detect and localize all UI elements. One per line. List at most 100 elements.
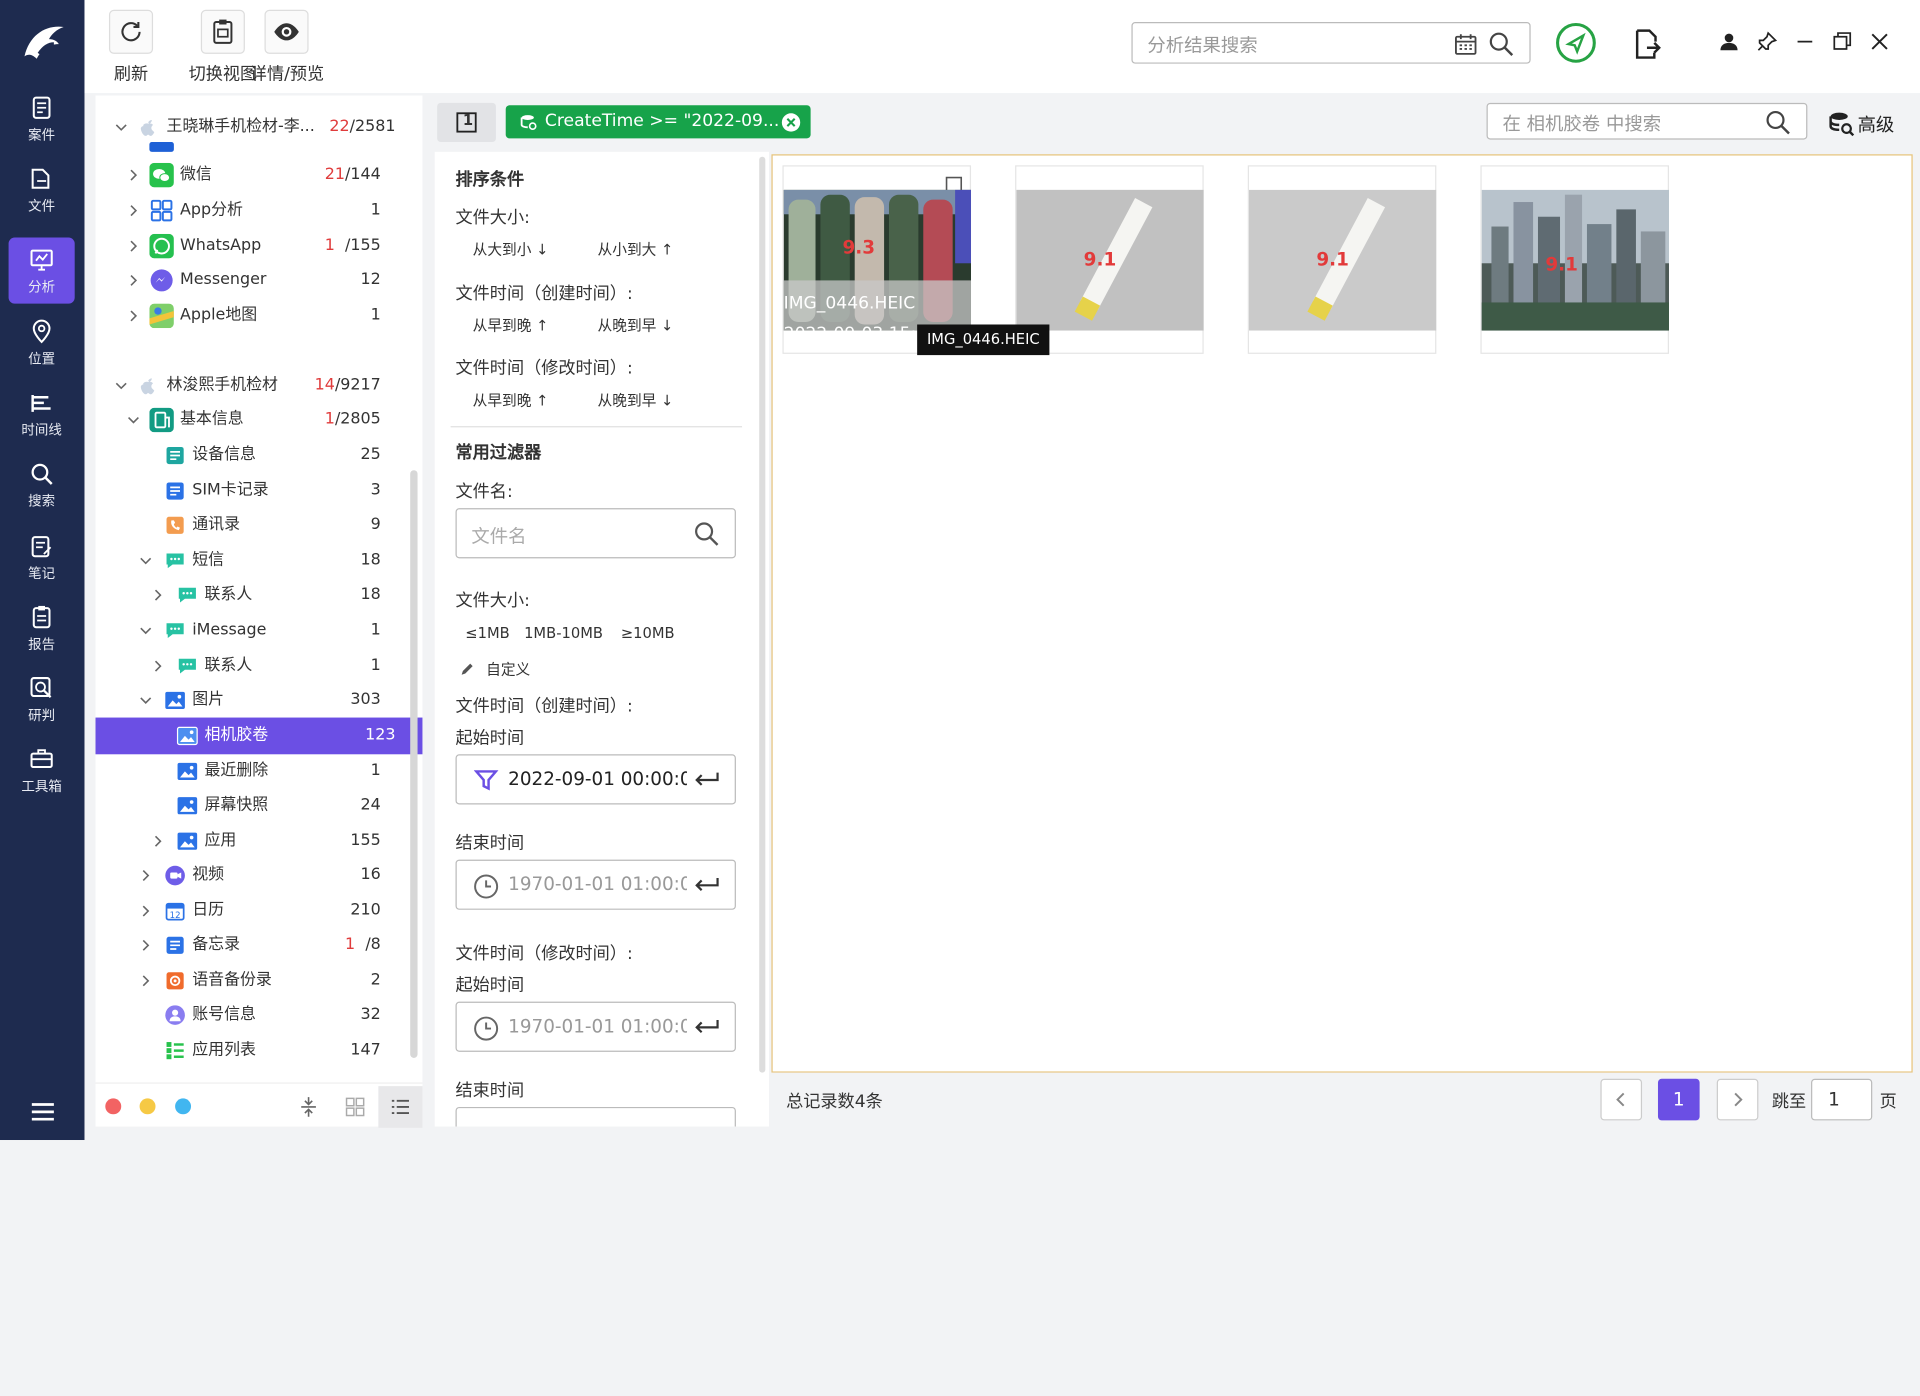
chevron-down-icon[interactable] (140, 694, 152, 706)
filter-chip[interactable]: CreateTime >= "2022-09... (505, 105, 811, 139)
search-icon[interactable] (1488, 31, 1515, 58)
nav-file[interactable]: 文件 (9, 157, 75, 223)
tree-row[interactable]: App分析 1 (96, 193, 423, 227)
custom-size-button[interactable]: 自定义 (459, 659, 530, 680)
next-page-button[interactable] (1716, 1078, 1759, 1121)
navigate-icon[interactable] (1555, 22, 1597, 64)
restore-icon[interactable] (1829, 29, 1853, 53)
enter-icon[interactable] (693, 770, 720, 790)
yellow-tag-dot[interactable] (139, 1098, 156, 1115)
size-option-large[interactable]: ≥10MB (621, 624, 675, 641)
tree-row[interactable]: 备忘录 1 /8 (96, 928, 423, 962)
sort-size-desc-button[interactable]: 从大到小 ↓ (473, 239, 549, 260)
chevron-right-icon[interactable] (127, 169, 139, 181)
nav-timeline[interactable]: 时间线 (9, 381, 75, 447)
tree-row[interactable]: 语音备份录 2 (96, 964, 423, 998)
search-icon[interactable] (693, 520, 720, 547)
chevron-right-icon[interactable] (152, 589, 164, 601)
list-view-button[interactable] (378, 1086, 423, 1128)
chevron-right-icon[interactable] (140, 869, 152, 881)
tree-row-selected[interactable]: 相机胶卷 123 (95, 717, 423, 755)
tree-row[interactable]: 林浚熙手机检材 14/9217 (96, 369, 423, 403)
nav-case[interactable]: 案件 (9, 86, 75, 152)
prev-page-button[interactable] (1600, 1078, 1643, 1121)
nav-analysis[interactable]: 分析 (8, 237, 75, 304)
tree-row[interactable]: WhatsApp 1 /155 (96, 229, 423, 263)
sort-mtime-desc-button[interactable]: 从晚到早 ↓ (598, 389, 674, 410)
sort-size-asc-button[interactable]: 从小到大 ↑ (598, 239, 674, 260)
chevron-down-icon[interactable] (140, 624, 152, 636)
tree-row[interactable]: 12 日历 210 (96, 894, 423, 928)
calendar-icon[interactable] (1453, 32, 1477, 56)
tree-scrollbar[interactable] (410, 470, 418, 1058)
user-icon[interactable] (1717, 29, 1741, 53)
grid-view-icon[interactable] (345, 1097, 365, 1117)
switch-view-button[interactable]: 切换视图 (189, 9, 257, 86)
tree-row[interactable]: 联系人 18 (96, 578, 423, 612)
blue-tag-dot[interactable] (175, 1098, 192, 1115)
enter-icon[interactable] (693, 876, 720, 896)
tree-row[interactable]: 账号信息 32 (96, 998, 423, 1032)
tree-row[interactable]: Messenger 12 (96, 263, 423, 297)
ctime-end-input[interactable]: 1970-01-01 01:00:0 (455, 859, 736, 910)
sort-ctime-desc-button[interactable]: 从晚到早 ↓ (598, 315, 674, 336)
chevron-right-icon[interactable] (140, 975, 152, 987)
mtime-end-input[interactable] (455, 1106, 736, 1127)
export-icon[interactable] (1632, 27, 1661, 61)
chevron-down-icon[interactable] (115, 380, 127, 392)
mtime-start-input[interactable]: 1970-01-01 01:00:0 (455, 1001, 736, 1052)
chevron-right-icon[interactable] (127, 204, 139, 217)
tree-row[interactable]: 短信 18 (96, 544, 423, 578)
sort-ctime-asc-button[interactable]: 从早到晚 ↑ (473, 315, 549, 336)
chevron-right-icon[interactable] (140, 905, 152, 917)
nav-note[interactable]: 笔记 (9, 524, 75, 590)
tree-row[interactable]: 基本信息 1/2805 (96, 403, 423, 437)
chevron-right-icon[interactable] (127, 240, 139, 252)
chevron-right-icon[interactable] (127, 274, 139, 286)
minimize-icon[interactable] (1793, 29, 1817, 53)
tree-row[interactable]: 屏幕快照 24 (96, 789, 423, 823)
chevron-right-icon[interactable] (152, 660, 164, 672)
chevron-right-icon[interactable] (140, 939, 152, 951)
tree-row[interactable]: 微信 21/144 (96, 158, 423, 192)
tree-row[interactable]: SIM卡记录 3 (96, 474, 423, 508)
chevron-right-icon[interactable] (127, 310, 139, 322)
tree-row[interactable]: 视频 16 (96, 858, 423, 892)
tree-row[interactable]: 设备信息 25 (96, 438, 423, 472)
search-icon[interactable] (1765, 109, 1792, 136)
tree-row[interactable]: iMessage 1 (96, 613, 423, 647)
filename-input[interactable]: 文件名 (455, 508, 736, 559)
nav-toolbox[interactable]: 工具箱 (9, 737, 75, 803)
goto-page-input[interactable]: 1 (1811, 1078, 1873, 1121)
size-option-medium[interactable]: 1MB-10MB (524, 624, 603, 641)
thumbnail-card[interactable]: 9.1 (1247, 165, 1437, 354)
filter-scrollbar[interactable] (759, 156, 766, 1073)
red-tag-dot[interactable] (105, 1098, 122, 1115)
close-icon[interactable] (1867, 29, 1891, 53)
tree-row[interactable]: 通讯录 9 (96, 508, 423, 542)
tree-row[interactable]: 最近删除 1 (96, 754, 423, 788)
refresh-button[interactable]: 刷新 (108, 9, 154, 86)
page-number-button[interactable]: 1 (1657, 1078, 1700, 1121)
nav-search[interactable]: 搜索 (9, 452, 75, 518)
pin-icon[interactable] (1755, 29, 1779, 53)
ctime-start-input[interactable]: 2022-09-01 00:00:0 (455, 754, 736, 805)
tree-row[interactable]: 联系人 1 (96, 649, 423, 683)
menu-icon[interactable] (29, 1100, 56, 1124)
thumbnail-card[interactable]: 9.1 (1480, 165, 1669, 354)
nav-location[interactable]: 位置 (9, 310, 75, 376)
sort-mtime-asc-button[interactable]: 从早到晚 ↑ (473, 389, 549, 410)
analysis-search-input[interactable]: 分析结果搜索 (1131, 22, 1531, 64)
enter-icon[interactable] (693, 1018, 720, 1038)
tree-row[interactable]: 王晓琳手机检材-李... 22/2581 (96, 110, 423, 144)
size-option-small[interactable]: ≤1MB (465, 624, 509, 641)
tree-row[interactable]: Apple地图 1 (96, 299, 423, 333)
tree-row[interactable]: 应用列表 147 (96, 1033, 423, 1067)
nav-report[interactable]: 报告 (9, 595, 75, 661)
chip-close-icon[interactable] (781, 113, 801, 133)
tree-row[interactable]: 应用 155 (96, 824, 423, 858)
chevron-down-icon[interactable] (127, 414, 139, 426)
advanced-search-button[interactable]: 高级 (1828, 108, 1894, 140)
camera-roll-search-input[interactable]: 在 相机胶卷 中搜索 (1486, 102, 1808, 140)
panel-toggle-button[interactable]: 1 (437, 102, 496, 143)
